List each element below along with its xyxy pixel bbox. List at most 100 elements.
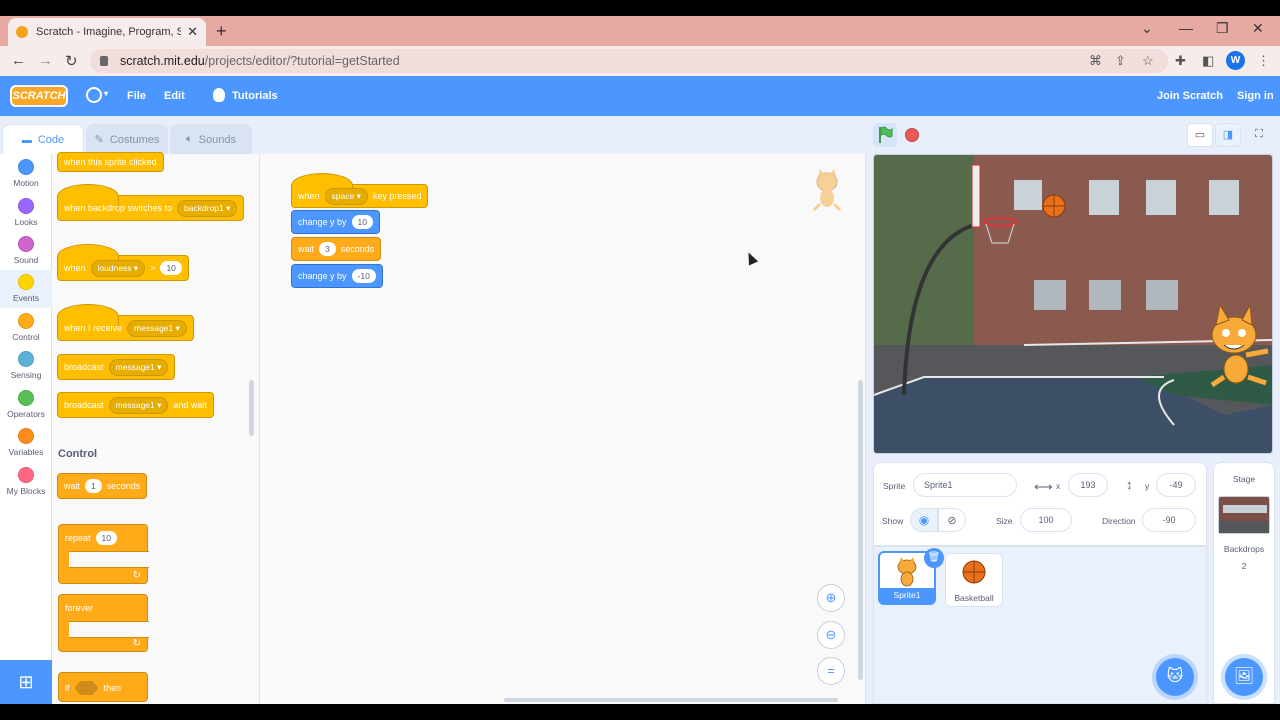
category-motion[interactable]: Motion xyxy=(0,159,52,188)
language-globe-icon[interactable] xyxy=(86,87,102,103)
when-i-receive-block[interactable]: when I receive message1 ▾ xyxy=(57,304,194,341)
edit-menu[interactable]: Edit xyxy=(164,90,185,102)
lightbulb-icon xyxy=(213,88,225,102)
loudness-input[interactable]: 10 xyxy=(160,261,182,275)
when-sprite-clicked-block[interactable]: when this sprite clicked xyxy=(57,152,164,172)
wait-input[interactable]: 1 xyxy=(85,479,102,493)
category-control[interactable]: Control xyxy=(0,313,52,342)
show-visible-eye-icon[interactable]: ◉ xyxy=(910,508,938,532)
window-close-icon[interactable]: ✕ xyxy=(1252,20,1264,37)
script-change-y-block[interactable]: change y by -10 xyxy=(291,264,383,288)
delete-sprite-trash-icon[interactable]: 🗑︎ xyxy=(924,548,944,568)
if-then-block[interactable]: if then xyxy=(58,672,148,702)
backdrops-label: Backdrops xyxy=(1223,544,1265,554)
tab-code[interactable]: ▬ Code xyxy=(2,124,84,155)
category-variables[interactable]: Variables xyxy=(0,428,52,457)
tab-costumes-label: Costumes xyxy=(109,133,160,146)
loudness-dropdown[interactable]: loudness ▾ xyxy=(90,259,146,277)
message-dropdown[interactable]: message1 ▾ xyxy=(108,358,169,376)
language-chevron-icon[interactable]: ▾ xyxy=(104,89,108,98)
browser-tab[interactable]: Scratch - Imagine, Program, Shar ✕ xyxy=(8,18,206,46)
back-icon[interactable]: ← xyxy=(11,52,26,69)
broadcast-block[interactable]: broadcast message1 ▾ xyxy=(57,354,176,380)
category-looks[interactable]: Looks xyxy=(0,198,52,227)
block-text: then xyxy=(103,683,122,693)
sprite-thumb-basketball[interactable]: Basketball xyxy=(945,553,1003,607)
change-y-input[interactable]: -10 xyxy=(351,269,376,283)
boolean-slot[interactable] xyxy=(74,681,99,695)
script-vertical-scrollbar[interactable] xyxy=(858,380,863,680)
events-dot-icon xyxy=(18,274,34,290)
stage-canvas[interactable] xyxy=(873,154,1273,454)
extensions-icon[interactable]: ✚ xyxy=(1175,53,1186,69)
script-wait-block[interactable]: wait 3 seconds xyxy=(291,237,382,261)
block-text: broadcast xyxy=(64,400,104,410)
message-dropdown[interactable]: message1 ▾ xyxy=(108,396,169,414)
tab-search-icon[interactable]: ⌄ xyxy=(1141,20,1153,37)
direction-input[interactable]: -90 xyxy=(1142,508,1196,532)
stage-title: Stage xyxy=(1232,474,1256,484)
category-events[interactable]: Events xyxy=(0,270,52,308)
sprite-watermark-icon xyxy=(812,169,842,212)
zoom-out-button[interactable]: ⊖ xyxy=(817,621,845,649)
category-label: Operators xyxy=(7,409,45,419)
large-stage-button[interactable]: ◨ xyxy=(1215,123,1241,147)
script-horizontal-scrollbar[interactable] xyxy=(504,698,838,702)
file-menu[interactable]: File xyxy=(127,90,146,102)
minimize-icon[interactable]: — xyxy=(1179,20,1193,36)
reload-icon[interactable]: ↻ xyxy=(65,52,78,70)
backdrop-dropdown[interactable]: backdrop1 ▾ xyxy=(177,199,238,217)
y-input[interactable]: -49 xyxy=(1156,473,1196,497)
when-backdrop-switches-block[interactable]: when backdrop switches to backdrop1 ▾ xyxy=(57,184,245,221)
sprite-name-input[interactable]: Sprite1 xyxy=(913,473,1017,497)
green-flag-button[interactable] xyxy=(873,123,897,147)
side-panel-icon[interactable]: ◧ xyxy=(1202,53,1214,69)
new-tab-button[interactable]: + xyxy=(216,21,227,42)
broadcast-and-wait-block[interactable]: broadcast message1 ▾ and wait xyxy=(57,392,214,418)
zoom-reset-button[interactable]: = xyxy=(817,657,845,685)
small-stage-button[interactable]: ▭ xyxy=(1187,123,1213,147)
address-bar[interactable]: scratch.mit.edu/projects/editor/?tutoria… xyxy=(90,49,1168,73)
when-loudness-block[interactable]: when loudness ▾ >10 xyxy=(57,244,189,281)
category-sensing[interactable]: Sensing xyxy=(0,351,52,380)
forward-icon[interactable]: → xyxy=(38,52,53,69)
sign-in-link[interactable]: Sign in xyxy=(1237,90,1274,102)
tab-close-icon[interactable]: ✕ xyxy=(187,24,198,40)
repeat-input[interactable]: 10 xyxy=(95,531,117,545)
message-dropdown[interactable]: message1 ▾ xyxy=(127,319,187,337)
bookmark-star-icon[interactable]: ☆ xyxy=(1142,53,1154,69)
show-hidden-eye-icon[interactable]: ⊘ xyxy=(938,508,966,532)
scratch-logo[interactable]: SCRATCH xyxy=(10,85,68,107)
zoom-in-button[interactable]: ⊕ xyxy=(817,584,845,612)
tab-sounds[interactable]: 🔈︎ Sounds xyxy=(170,124,252,154)
translate-icon[interactable]: ⌘ xyxy=(1089,53,1102,69)
category-my-blocks[interactable]: My Blocks xyxy=(0,467,52,496)
change-y-input[interactable]: 10 xyxy=(351,215,374,229)
add-extension-button[interactable]: ⊞ xyxy=(0,660,52,704)
script-when-key-pressed-block[interactable]: when space ▾ key pressed xyxy=(291,173,429,208)
browser-menu-icon[interactable]: ⋮ xyxy=(1257,53,1270,69)
wait-block[interactable]: wait 1 seconds xyxy=(57,473,148,499)
fullscreen-icon[interactable]: ⛶ xyxy=(1246,123,1272,147)
category-operators[interactable]: Operators xyxy=(0,390,52,419)
tab-costumes[interactable]: ✎ Costumes xyxy=(86,124,168,154)
choose-backdrop-button[interactable]: 🖼︎ xyxy=(1225,658,1263,696)
palette-scrollbar[interactable] xyxy=(249,380,254,436)
restore-icon[interactable]: ❐ xyxy=(1216,20,1229,37)
wait-input[interactable]: 3 xyxy=(319,242,336,256)
join-scratch-link[interactable]: Join Scratch xyxy=(1157,90,1223,102)
share-icon[interactable]: ⇪ xyxy=(1115,53,1126,69)
tutorials-menu[interactable]: Tutorials xyxy=(232,90,278,102)
x-input[interactable]: 193 xyxy=(1068,473,1108,497)
stop-button[interactable] xyxy=(905,128,919,142)
choose-sprite-button[interactable]: 🐱︎ xyxy=(1156,658,1194,696)
repeat-block[interactable]: repeat 10 ↻ xyxy=(58,524,149,584)
key-dropdown[interactable]: space ▾ xyxy=(324,187,368,205)
size-input[interactable]: 100 xyxy=(1020,508,1072,532)
profile-avatar[interactable]: W xyxy=(1226,51,1245,70)
block-text: seconds xyxy=(340,244,375,254)
category-sound[interactable]: Sound xyxy=(0,236,52,265)
script-change-y-block[interactable]: change y by 10 xyxy=(291,210,381,234)
thumb-court xyxy=(1219,521,1269,533)
forever-block[interactable]: forever ↻ xyxy=(58,594,149,652)
